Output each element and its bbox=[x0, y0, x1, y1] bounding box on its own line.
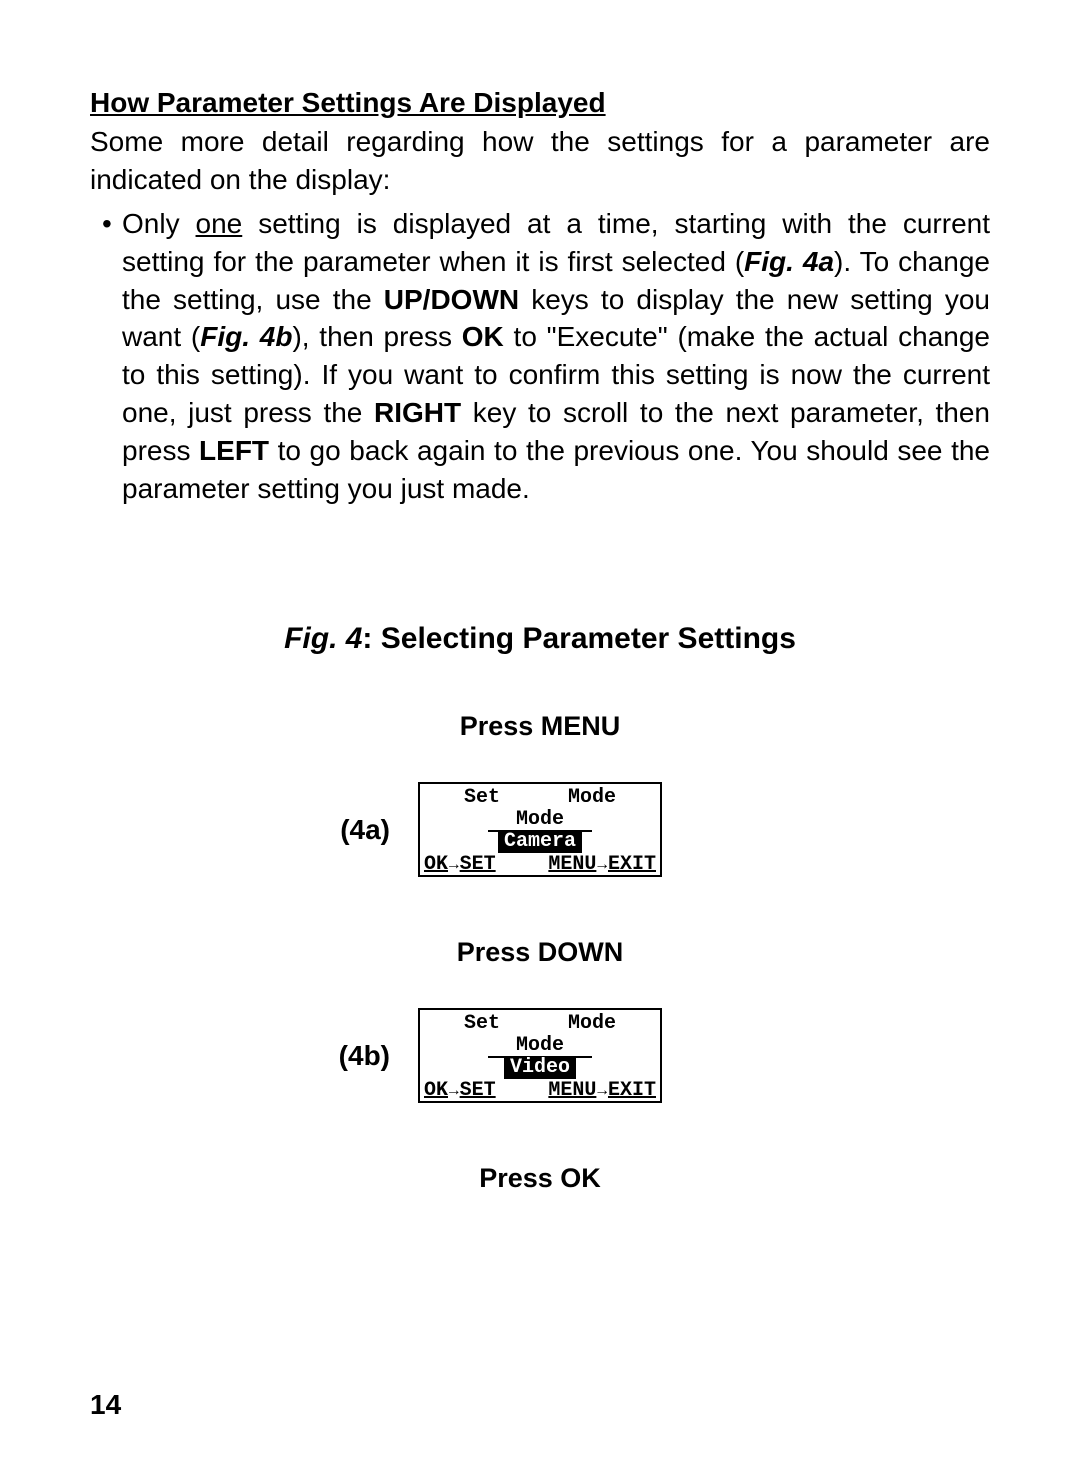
bullet-text: Only one setting is displayed at a time,… bbox=[122, 205, 990, 507]
key-name: LEFT bbox=[199, 435, 269, 466]
arrow-right-icon: → bbox=[596, 1083, 608, 1099]
page-number: 14 bbox=[90, 1389, 121, 1421]
lcd-selected-value: Video bbox=[504, 1057, 576, 1079]
arrow-right-icon: → bbox=[448, 857, 460, 873]
lcd-row-4b: (4b) Set Mode Mode Video OK→SET MENU→EXI… bbox=[90, 1008, 990, 1103]
text: ), then press bbox=[292, 321, 461, 352]
key-name: UP/DOWN bbox=[384, 284, 519, 315]
fig-ref: Fig. 4b bbox=[200, 321, 292, 352]
lcd-text: Set bbox=[464, 788, 500, 808]
lcd-screen-4a: Set Mode Mode Camera OK→SET MENU→EXIT bbox=[418, 782, 662, 877]
key-name: OK bbox=[462, 321, 504, 352]
bullet-item: • Only one setting is displayed at a tim… bbox=[90, 205, 990, 507]
lcd-text: Mode bbox=[488, 1036, 592, 1058]
lcd-selected-value: Camera bbox=[498, 831, 582, 853]
intro-text: Some more detail regarding how the setti… bbox=[90, 123, 990, 199]
section-heading: How Parameter Settings Are Displayed bbox=[90, 85, 990, 121]
lcd-menu-exit: MENU→EXIT bbox=[548, 855, 656, 875]
fig-ref: Fig. 4a bbox=[744, 246, 834, 277]
step-press-down: Press DOWN bbox=[90, 937, 990, 968]
step-press-menu: Press MENU bbox=[90, 711, 990, 742]
figure-rest: : Selecting Parameter Settings bbox=[362, 622, 795, 655]
lcd-ok-set: OK→SET bbox=[424, 855, 496, 875]
lcd-text: Set bbox=[464, 1014, 500, 1034]
lcd-menu-exit: MENU→EXIT bbox=[548, 1081, 656, 1101]
text: Only bbox=[122, 208, 196, 239]
lcd-screen-4b: Set Mode Mode Video OK→SET MENU→EXIT bbox=[418, 1008, 662, 1103]
lcd-text: Mode bbox=[568, 1014, 616, 1034]
lcd-label-4a: (4a) bbox=[330, 814, 390, 846]
key-name: RIGHT bbox=[374, 397, 461, 428]
arrow-right-icon: → bbox=[596, 857, 608, 873]
step-press-ok: Press OK bbox=[90, 1163, 990, 1194]
figure-title: Fig. 4: Selecting Parameter Settings bbox=[90, 622, 990, 656]
lcd-label-4b: (4b) bbox=[330, 1040, 390, 1072]
lcd-row-4a: (4a) Set Mode Mode Camera OK→SET MENU→EX… bbox=[90, 782, 990, 877]
arrow-right-icon: → bbox=[448, 1083, 460, 1099]
lcd-ok-set: OK→SET bbox=[424, 1081, 496, 1101]
lcd-text: Mode bbox=[488, 810, 592, 832]
bullet-marker: • bbox=[102, 205, 112, 243]
underlined-word: one bbox=[196, 208, 243, 239]
figure-prefix: Fig. 4 bbox=[284, 622, 362, 655]
lcd-text: Mode bbox=[568, 788, 616, 808]
